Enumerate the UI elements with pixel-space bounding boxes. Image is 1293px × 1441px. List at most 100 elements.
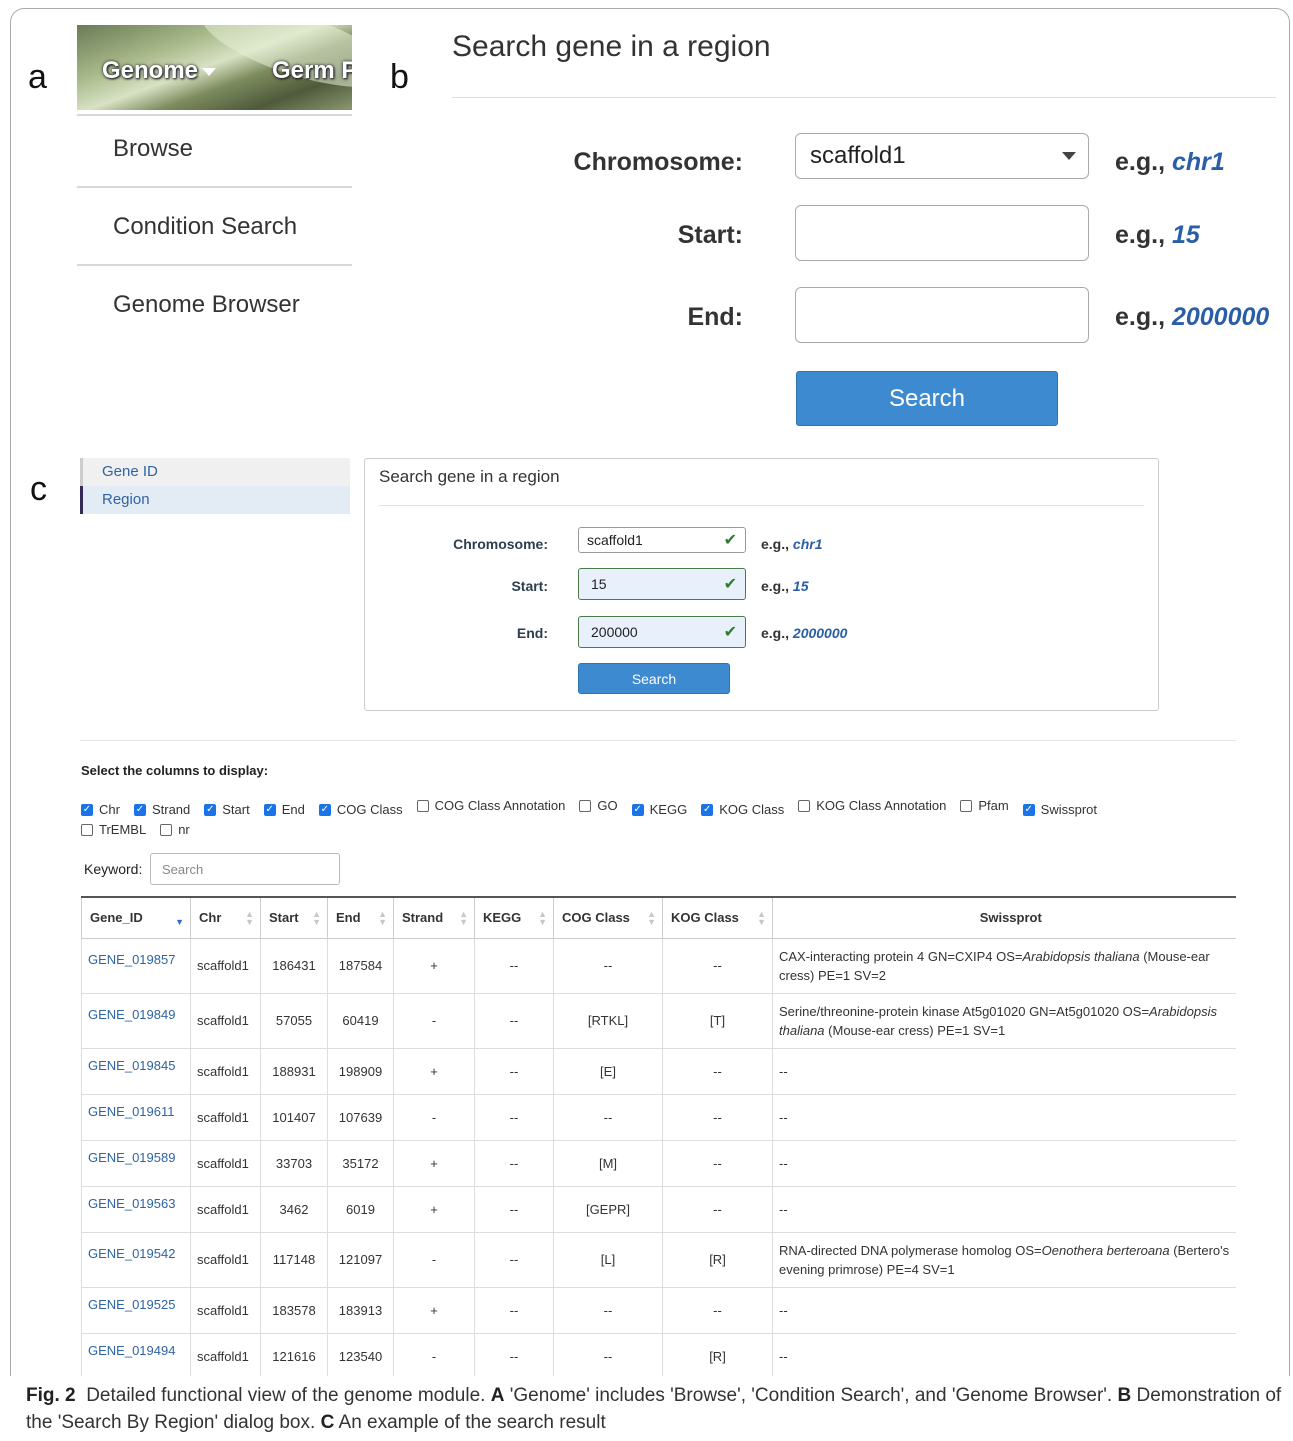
gene-id-link[interactable]: GENE_019525 — [88, 1297, 175, 1312]
sort-desc-icon[interactable]: ▼ — [175, 910, 184, 927]
column-header-label: Gene_ID — [90, 910, 143, 926]
column-header-end[interactable]: End ▲ ▼ — [327, 896, 394, 939]
gene-id-link[interactable]: GENE_019611 — [88, 1104, 175, 1119]
column-header-start[interactable]: Start ▲ ▼ — [260, 896, 328, 939]
sort-icon[interactable]: ▲ ▼ — [312, 910, 321, 927]
sidebar-item-region[interactable]: Region — [80, 486, 350, 514]
checkbox-checked-icon[interactable]: ✓ — [631, 804, 644, 816]
gene-id-link[interactable]: GENE_019857 — [88, 952, 175, 967]
column-toggle-cog-class-annotation[interactable]: COG Class Annotation — [416, 796, 565, 816]
chr-cell: scaffold1 — [190, 1139, 261, 1187]
chromosome-select[interactable]: scaffold1 — [795, 133, 1089, 179]
keyword-search-input[interactable]: Search — [150, 853, 340, 885]
column-header-label: Strand — [402, 910, 444, 926]
sidebar-item-gene-id[interactable]: Gene ID — [80, 458, 350, 486]
column-toggle-chr[interactable]: ✓ Chr — [81, 800, 120, 820]
end-cell: 198909 — [327, 1047, 394, 1095]
column-toggle-end[interactable]: ✓ End — [263, 800, 305, 820]
swissprot-cell: -- — [772, 1093, 1236, 1141]
column-header-chr[interactable]: Chr ▲ ▼ — [190, 896, 261, 939]
column-header-cog-class[interactable]: COG Class ▲ ▼ — [553, 896, 663, 939]
column-header-gene-id[interactable]: Gene_ID ▼ — [81, 896, 191, 939]
gene-id-link[interactable]: GENE_019563 — [88, 1196, 175, 1211]
checkbox-checked-icon[interactable]: ✓ — [133, 804, 146, 816]
column-header-kegg[interactable]: KEGG ▲ ▼ — [474, 896, 554, 939]
checkbox-checked-icon[interactable]: ✓ — [1022, 804, 1035, 816]
checkbox-empty-icon[interactable] — [160, 824, 173, 836]
section-divider — [80, 740, 1236, 741]
example-prefix: e.g., — [1115, 148, 1166, 176]
end-input[interactable]: 200000 ✔ — [578, 616, 746, 648]
kegg-cell: -- — [474, 1185, 554, 1233]
start-cell: 33703 — [260, 1139, 328, 1187]
menu-item-condition-search[interactable]: Condition Search — [113, 213, 297, 241]
column-toggle-start[interactable]: ✓ Start — [204, 800, 250, 820]
column-header-kog-class[interactable]: KOG Class ▲ ▼ — [662, 896, 773, 939]
caret-down-icon — [202, 67, 217, 76]
gene-id-link[interactable]: GENE_019494 — [88, 1343, 175, 1358]
checkbox-empty-icon[interactable] — [960, 800, 973, 812]
chromosome-select[interactable]: scaffold1 ✔ — [578, 527, 746, 553]
swissprot-text: -- — [779, 1063, 788, 1079]
column-toggle-swissprot[interactable]: ✓ Swissprot — [1022, 800, 1097, 820]
kog-cell: [T] — [662, 992, 773, 1049]
swissprot-text: -- — [779, 1348, 788, 1364]
column-header-swissprot[interactable]: Swissprot — [772, 896, 1236, 939]
nav-tab-germ[interactable]: Germ P — [272, 57, 352, 85]
start-input[interactable] — [795, 205, 1089, 261]
checkbox-checked-icon[interactable]: ✓ — [204, 804, 217, 816]
gene-id-link[interactable]: GENE_019589 — [88, 1150, 175, 1165]
cog-cell: [E] — [553, 1047, 663, 1095]
checkbox-checked-icon[interactable]: ✓ — [318, 804, 331, 816]
strand-cell: + — [393, 1139, 475, 1187]
column-toggle-nr[interactable]: nr — [160, 820, 190, 840]
checkbox-empty-icon[interactable] — [579, 800, 592, 812]
checkbox-empty-icon[interactable] — [416, 800, 429, 812]
sort-icon[interactable]: ▲ ▼ — [757, 910, 766, 927]
end-cell: 6019 — [327, 1185, 394, 1233]
sort-icon[interactable]: ▲ ▼ — [459, 910, 468, 927]
gene-id-link[interactable]: GENE_019542 — [88, 1246, 175, 1261]
chr-cell: scaffold1 — [190, 992, 261, 1049]
checkbox-empty-icon[interactable] — [798, 800, 811, 812]
checkbox-empty-icon[interactable] — [81, 824, 93, 836]
kog-cell: -- — [662, 1286, 773, 1334]
table-row: GENE_019845 scaffold1 188931 198909 + -- [E] --… — [81, 1047, 1236, 1095]
checkbox-checked-icon[interactable]: ✓ — [701, 804, 714, 816]
checkbox-checked-icon[interactable]: ✓ — [263, 804, 276, 816]
gene-id-link[interactable]: GENE_019849 — [88, 1007, 175, 1022]
start-input[interactable]: 15 ✔ — [578, 568, 746, 600]
search-button[interactable]: Search — [578, 663, 730, 694]
column-toggle-pfam[interactable]: Pfam — [960, 796, 1009, 816]
column-toggle-cog-class[interactable]: ✓ COG Class — [318, 800, 403, 820]
checkbox-checked-icon[interactable]: ✓ — [81, 804, 93, 816]
end-input[interactable] — [795, 287, 1089, 343]
sort-icon[interactable]: ▲ ▼ — [378, 910, 387, 927]
title-divider — [379, 505, 1144, 506]
column-header-strand[interactable]: Strand ▲ ▼ — [393, 896, 475, 939]
menu-item-genome-browser[interactable]: Genome Browser — [113, 291, 300, 319]
end-cell: 60419 — [327, 992, 394, 1049]
sort-icon[interactable]: ▲ ▼ — [647, 910, 656, 927]
chr-cell: scaffold1 — [190, 937, 261, 994]
column-toggle-go[interactable]: GO — [579, 796, 618, 816]
chr-cell: scaffold1 — [190, 1047, 261, 1095]
nav-tab-genome[interactable]: Genome — [102, 57, 217, 85]
gene-id-link[interactable]: GENE_019845 — [88, 1058, 175, 1073]
panel-letter-b: b — [390, 58, 409, 96]
column-toggle-kog-class-annotation[interactable]: KOG Class Annotation — [798, 796, 946, 816]
column-toggle-kegg[interactable]: ✓ KEGG — [631, 800, 687, 820]
swissprot-text: -- — [779, 1302, 788, 1318]
column-toggle-strand[interactable]: ✓ Strand — [133, 800, 190, 820]
column-toggle-kog-class[interactable]: ✓ KOG Class — [701, 800, 784, 820]
table-row: GENE_019589 scaffold1 33703 35172 + -- [M] -- -- — [81, 1139, 1236, 1187]
column-header-label: Swissprot — [979, 910, 1042, 926]
sort-icon[interactable]: ▲ ▼ — [538, 910, 547, 927]
column-toggle-label: GO — [597, 798, 618, 813]
swissprot-text: -- — [779, 1201, 788, 1217]
end-cell: 35172 — [327, 1139, 394, 1187]
column-toggle-trembl[interactable]: TrEMBL — [81, 820, 146, 840]
search-button[interactable]: Search — [796, 371, 1058, 426]
menu-item-browse[interactable]: Browse — [113, 135, 193, 163]
sort-icon[interactable]: ▲ ▼ — [245, 910, 254, 927]
